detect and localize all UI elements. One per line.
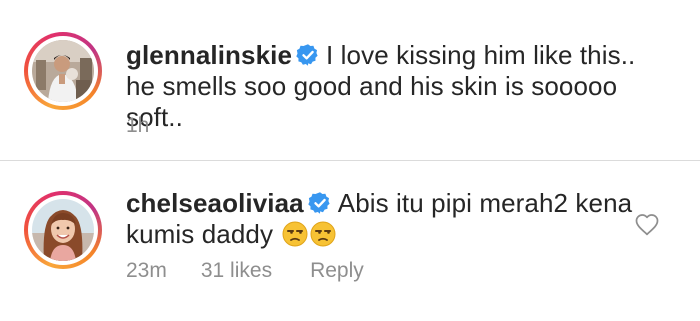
avatar [32,199,94,261]
comment-likes-count[interactable]: 31 likes [201,259,272,283]
comment-username[interactable]: glennalinskie [126,40,292,70]
avatar-story-ring[interactable] [24,191,102,269]
verified-badge-icon [296,44,318,66]
unamused-face-emoji-icon [282,221,308,247]
unamused-face-emoji-icon [310,221,336,247]
verified-badge-icon [308,192,330,214]
comment-timestamp[interactable]: 1h [126,114,149,138]
divider [0,160,700,161]
reply-button[interactable]: Reply [310,259,364,283]
comment-body: chelseaoliviaa Abis itu pipi merah2 kena… [126,188,636,250]
comment-timestamp[interactable]: 23m [126,259,167,283]
heart-outline-icon[interactable] [634,212,660,238]
avatar [32,40,94,102]
comment-body: glennalinskie I love kissing him like th… [126,40,636,133]
comment-username[interactable]: chelseaoliviaa [126,188,304,218]
comment-meta: 23m 31 likes Reply [126,259,364,283]
comment-meta: 1h [126,114,149,138]
avatar-story-ring[interactable] [24,32,102,110]
